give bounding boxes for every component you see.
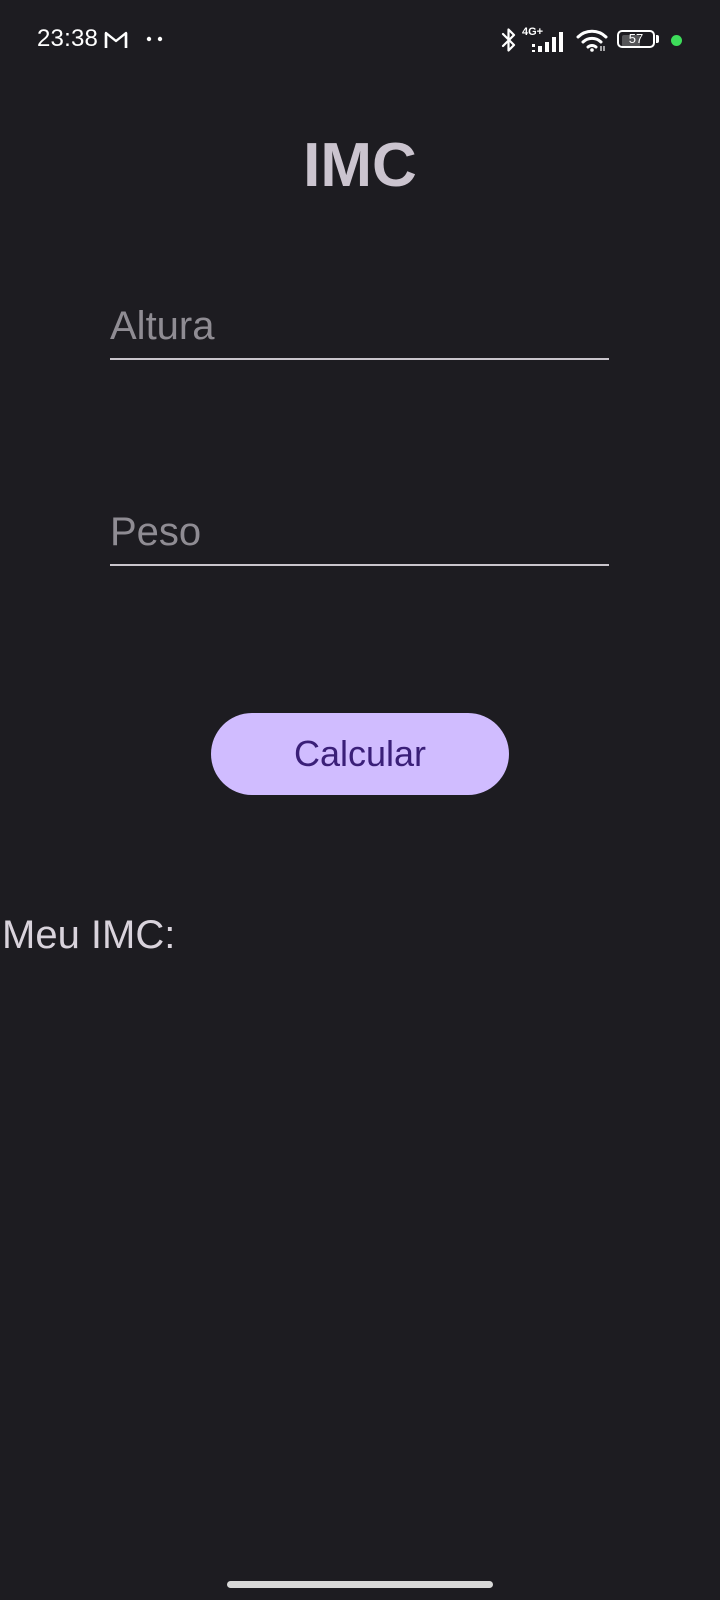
page-title: IMC — [303, 131, 417, 200]
home-indicator[interactable] — [227, 1581, 493, 1588]
gmail-icon — [104, 31, 128, 48]
wifi-icon — [576, 29, 608, 52]
privacy-indicator-dot — [671, 35, 682, 46]
battery-percent: 57 — [628, 31, 644, 46]
altura-input[interactable] — [110, 300, 609, 352]
peso-input[interactable] — [110, 506, 609, 558]
bluetooth-icon — [501, 28, 516, 52]
battery-indicator: 57 — [617, 30, 659, 50]
cellular-signal-icon — [532, 32, 563, 52]
bmi-result-label: Meu IMC: — [2, 913, 176, 957]
app-screen: 23:38 4G+ 57 IMC Altura Peso Calcular Me… — [0, 0, 720, 1600]
peso-field[interactable] — [110, 502, 609, 566]
calculate-button[interactable]: Calcular — [211, 713, 509, 795]
altura-field[interactable] — [110, 296, 609, 360]
status-bar: 23:38 4G+ 57 — [0, 0, 720, 80]
more-notifications-icon — [146, 36, 163, 42]
battery-tip — [656, 35, 659, 43]
status-time: 23:38 — [37, 25, 99, 52]
